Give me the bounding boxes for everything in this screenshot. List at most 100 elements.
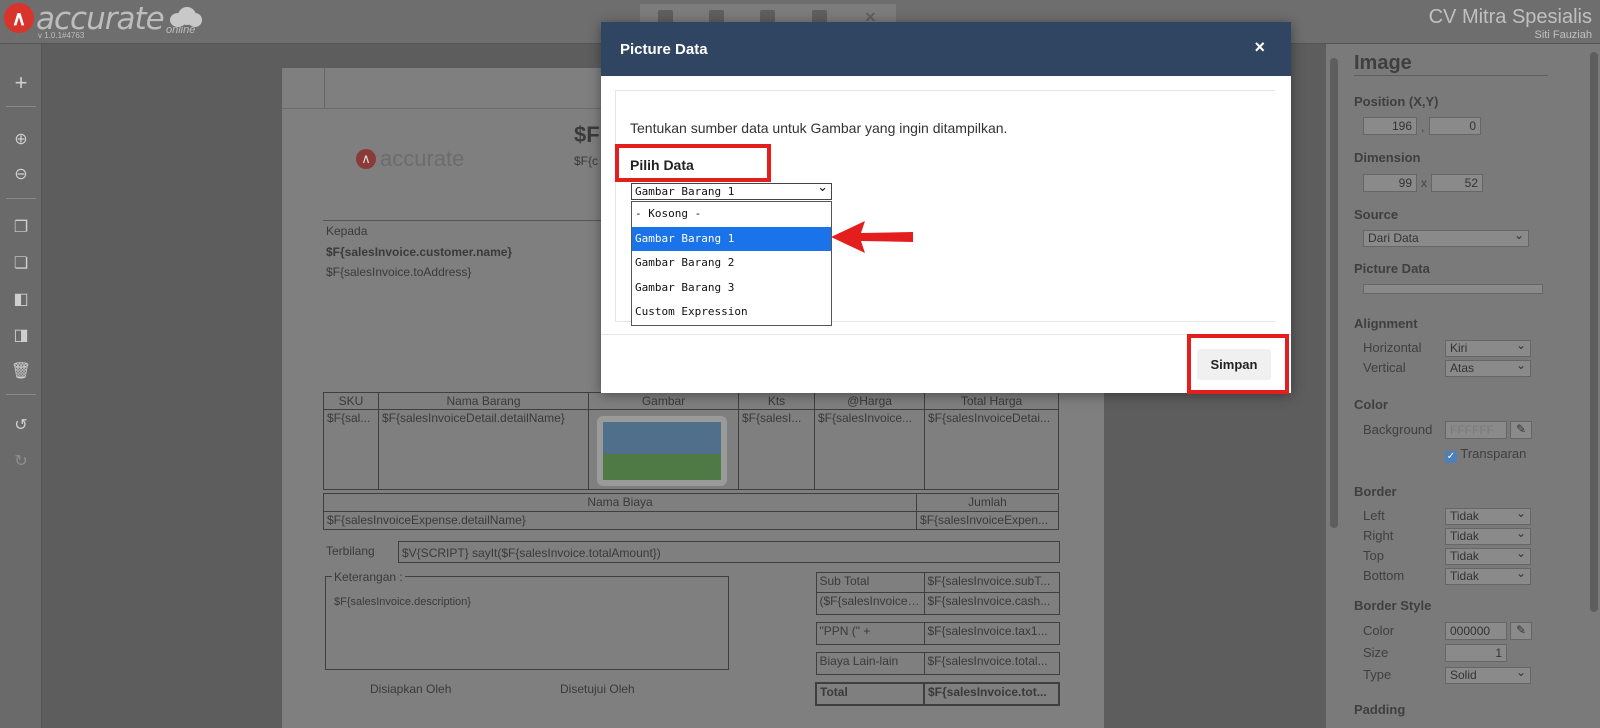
canvas-scrollbar[interactable] xyxy=(1328,44,1340,728)
border-left-select[interactable]: Tidak xyxy=(1445,506,1531,525)
cell-jumlah[interactable]: $F{salesInvoiceExpen... xyxy=(916,511,1059,530)
border-right-label: Right xyxy=(1363,528,1394,543)
source-label: Source xyxy=(1354,207,1399,222)
summary-value[interactable]: $F{salesInvoice.tax1... xyxy=(923,622,1060,645)
option-gambar-barang-3[interactable]: Gambar Barang 3 xyxy=(632,276,831,301)
border-size-input[interactable]: 1 xyxy=(1445,644,1507,662)
redo-icon[interactable]: ↻ xyxy=(5,446,37,476)
cell-nama-barang[interactable]: $F{salesInvoiceDetail.detailName} xyxy=(378,409,589,490)
document-logo: ∧ accurate xyxy=(356,146,464,172)
border-top-label: Top xyxy=(1363,548,1384,563)
alignment-label: Alignment xyxy=(1354,316,1418,331)
border-size-label: Size xyxy=(1363,645,1389,660)
option-custom-expression[interactable]: Custom Expression xyxy=(632,300,831,325)
option-kosong[interactable]: - Kosong - xyxy=(632,202,831,227)
zoom-out-icon[interactable]: ⊖ xyxy=(5,159,37,189)
paste-icon[interactable]: ❏ xyxy=(5,248,37,278)
border-style-label: Border Style xyxy=(1354,598,1432,613)
logo-online: online xyxy=(166,24,196,36)
summary-table: Sub Total $F{salesInvoice.subT... ($F{sal… xyxy=(815,572,1060,706)
company-info: CV Mitra Spesialis Siti Fauziah xyxy=(1429,6,1592,41)
user-name: Siti Fauziah xyxy=(1534,29,1592,41)
position-x-input[interactable]: 196 xyxy=(1363,117,1417,135)
transparan-label: Transparan xyxy=(1460,446,1527,461)
terbilang-field[interactable]: $V{SCRIPT} sayIt($F{salesInvoice.totalAm… xyxy=(402,546,661,560)
border-type-select[interactable]: Solid xyxy=(1445,665,1531,684)
cell-kts[interactable]: $F{salesI... xyxy=(738,409,815,490)
summary-label: Total xyxy=(815,681,925,706)
position-y-input[interactable]: 0 xyxy=(1429,117,1481,135)
to-address-field[interactable]: $F{salesInvoice.toAddress} xyxy=(326,265,471,279)
summary-value[interactable]: $F{salesInvoice.cash... xyxy=(923,592,1060,615)
keterangan-label: Keterangan : xyxy=(332,570,405,584)
summary-label: "PPN (" + xyxy=(815,622,925,645)
border-bottom-label: Bottom xyxy=(1363,568,1405,583)
horizontal-label: Horizontal xyxy=(1363,340,1422,355)
checkbox-checked-icon[interactable]: ✓ xyxy=(1445,451,1457,463)
add-icon[interactable]: + xyxy=(5,68,37,98)
customer-name-field[interactable]: $F{salesInvoice.customer.name} xyxy=(326,245,512,259)
header-gambar: Gambar xyxy=(588,392,739,410)
position-label: Position (X,Y) xyxy=(1354,94,1439,109)
border-right-select[interactable]: Tidak xyxy=(1445,526,1531,545)
dimension-label: Dimension xyxy=(1354,150,1421,165)
cell-harga[interactable]: $F{salesInvoice... xyxy=(814,409,925,490)
option-gambar-barang-2[interactable]: Gambar Barang 2 xyxy=(632,251,831,276)
dialog-description: Tentukan sumber data untuk Gambar yang i… xyxy=(630,120,1008,136)
panel-title: Image xyxy=(1354,52,1412,74)
expense-table: Nama Biaya Jumlah $F{salesInvoiceExpense… xyxy=(322,493,1059,530)
left-toolbar: + ⊕ ⊖ ❐ ❏ ◧ ◨ 🗑 ↺ ↻ xyxy=(0,44,42,728)
border-type-label: Type xyxy=(1363,667,1392,682)
dimension-width-input[interactable]: 99 xyxy=(1363,174,1417,192)
border-label: Border xyxy=(1354,484,1397,499)
header-jumlah: Jumlah xyxy=(916,493,1059,512)
background-pencil-icon[interactable]: ✎ xyxy=(1510,421,1532,439)
picture-data-input[interactable] xyxy=(1363,284,1543,294)
padding-label: Padding xyxy=(1354,702,1406,717)
summary-label: Sub Total xyxy=(815,572,925,593)
document-logo-text: accurate xyxy=(380,146,465,171)
image-placeholder-icon[interactable] xyxy=(597,416,727,486)
document-subtitle: $F{c xyxy=(574,154,599,168)
color-label: Color xyxy=(1354,397,1388,412)
prepared-by-label: Disiapkan Oleh xyxy=(370,682,452,696)
border-bottom-select[interactable]: Tidak xyxy=(1445,566,1531,585)
picture-data-label: Picture Data xyxy=(1354,261,1430,276)
border-color-pencil-icon[interactable]: ✎ xyxy=(1510,622,1532,640)
delete-icon[interactable]: 🗑 xyxy=(5,356,37,386)
vertical-select[interactable]: Atas xyxy=(1445,358,1531,377)
header-total-harga: Total Harga xyxy=(924,392,1059,410)
summary-value[interactable]: $F{salesInvoice.total... xyxy=(923,652,1060,675)
close-icon[interactable]: × xyxy=(1254,37,1265,58)
option-gambar-barang-1[interactable]: Gambar Barang 1 xyxy=(632,226,831,251)
zoom-in-icon[interactable]: ⊕ xyxy=(5,124,37,154)
cell-sku[interactable]: $F{sal... xyxy=(323,409,379,490)
undo-icon[interactable]: ↺ xyxy=(5,410,37,440)
pilih-data-select[interactable]: Gambar Barang 1 xyxy=(631,181,832,200)
send-back-icon[interactable]: ◨ xyxy=(5,320,37,350)
source-select[interactable]: Dari Data xyxy=(1363,228,1529,247)
summary-value[interactable]: $F{salesInvoice.tot... xyxy=(923,681,1060,706)
background-color-input[interactable]: FFFFFF xyxy=(1445,421,1507,439)
dimension-height-input[interactable]: 52 xyxy=(1431,174,1483,192)
description-field[interactable]: $F{salesInvoice.description} xyxy=(334,596,471,608)
bring-front-icon[interactable]: ◧ xyxy=(5,284,37,314)
panel-scrollbar[interactable] xyxy=(1588,44,1600,728)
border-left-label: Left xyxy=(1363,508,1385,523)
keterangan-box[interactable] xyxy=(325,576,729,670)
position-separator: , xyxy=(1421,120,1425,134)
summary-value[interactable]: $F{salesInvoice.subT... xyxy=(923,572,1060,593)
cell-total-harga[interactable]: $F{salesInvoiceDetai... xyxy=(924,409,1059,490)
copy-icon[interactable]: ❐ xyxy=(5,212,37,242)
transparan-checkbox[interactable]: ✓ Transparan xyxy=(1445,446,1526,463)
company-name: CV Mitra Spesialis xyxy=(1428,6,1592,28)
border-top-select[interactable]: Tidak xyxy=(1445,546,1531,565)
border-color-label: Color xyxy=(1363,623,1395,638)
red-arrow-icon xyxy=(831,221,913,253)
border-color-input[interactable]: 000000 xyxy=(1445,622,1507,640)
terbilang-label: Terbilang xyxy=(326,544,375,558)
highlight-pilih-data xyxy=(615,144,771,182)
document-title: $F xyxy=(574,122,600,147)
cell-nama-biaya[interactable]: $F{salesInvoiceExpense.detailName} xyxy=(322,511,918,530)
horizontal-select[interactable]: Kiri xyxy=(1445,338,1531,357)
